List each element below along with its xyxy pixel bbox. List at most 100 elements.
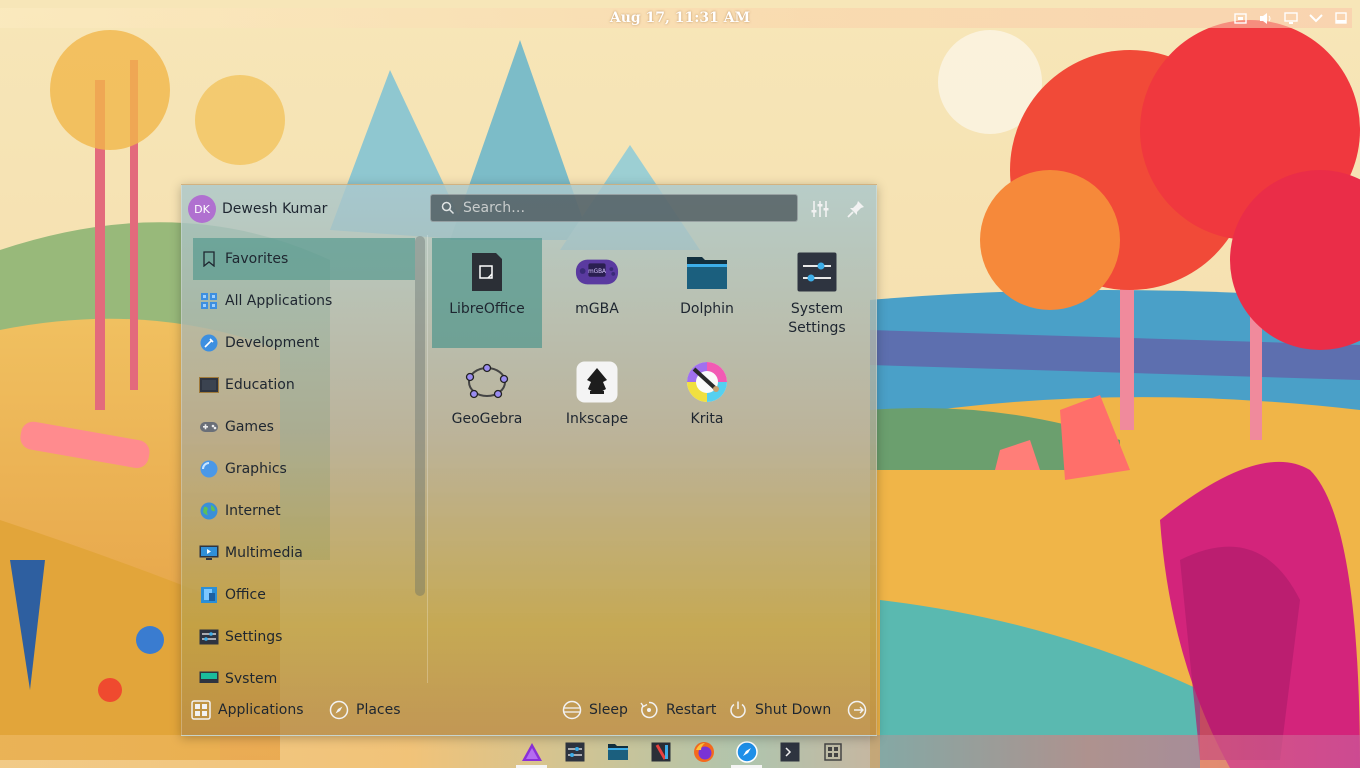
gamepad-icon: [199, 417, 219, 437]
development-icon: [199, 333, 219, 353]
category-internet[interactable]: Internet: [193, 490, 415, 532]
restart-label: Restart: [666, 702, 717, 718]
office-icon: [199, 585, 219, 605]
grid-icon: [199, 291, 219, 311]
category-all-applications[interactable]: All Applications: [193, 280, 415, 322]
sidebar-scrollbar[interactable]: [415, 236, 425, 596]
category-multimedia[interactable]: Multimedia: [193, 532, 415, 574]
terminal-icon: [780, 742, 799, 761]
shutdown-button[interactable]: Shut Down: [728, 693, 831, 727]
volume-icon[interactable]: [1258, 11, 1273, 26]
user-name: Dewesh Kumar: [222, 201, 328, 217]
app-dolphin[interactable]: Dolphin: [652, 238, 762, 348]
app-label: System Settings: [788, 301, 846, 336]
category-label: System: [225, 671, 278, 683]
category-development[interactable]: Development: [193, 322, 415, 364]
search-input[interactable]: [461, 199, 785, 217]
education-icon: [199, 375, 219, 395]
app-libreoffice[interactable]: LibreOffice: [432, 238, 542, 348]
app-label: GeoGebra: [451, 411, 523, 427]
divider: [427, 235, 428, 683]
task-kate[interactable]: [639, 735, 682, 768]
safari-icon: [735, 740, 758, 763]
category-favorites[interactable]: Favorites: [193, 238, 415, 280]
mgba-icon: mGBA: [575, 250, 619, 294]
screen-icon[interactable]: [1233, 11, 1248, 26]
firefox-icon: [693, 741, 714, 762]
places-tab[interactable]: Places: [329, 693, 401, 727]
pin-icon: [847, 201, 864, 218]
system-settings-icon: [795, 250, 839, 294]
category-label: Multimedia: [225, 545, 303, 561]
app-krita[interactable]: Krita: [652, 348, 762, 458]
power-icon: [730, 701, 746, 718]
bookmark-icon: [199, 249, 219, 269]
clock[interactable]: Aug 17, 11:31 AM: [0, 8, 1360, 28]
dolphin-icon: [607, 743, 628, 760]
graphics-icon: [199, 459, 219, 479]
settings-icon: [199, 627, 219, 647]
dolphin-icon: [685, 250, 729, 294]
leave-icon: [847, 700, 867, 720]
applications-icon: [191, 700, 211, 720]
app-label: mGBA: [575, 301, 619, 317]
category-education[interactable]: Education: [193, 364, 415, 406]
overview-icon: [823, 742, 842, 761]
category-games[interactable]: Games: [193, 406, 415, 448]
app-mgba[interactable]: mGBA mGBA: [542, 238, 652, 348]
application-launcher: DK Dewesh Kumar Favorites All Applicatio…: [181, 184, 877, 736]
task-safari[interactable]: [725, 735, 768, 768]
category-sidebar: Favorites All Applications Development E…: [193, 238, 415, 683]
libreoffice-icon: [465, 250, 509, 294]
svg-text:mGBA: mGBA: [588, 269, 606, 275]
geogebra-icon: [465, 360, 509, 404]
app-geogebra[interactable]: GeoGebra: [432, 348, 542, 458]
network-icon[interactable]: [1283, 11, 1298, 26]
sleep-button[interactable]: Sleep: [562, 693, 628, 727]
app-label: Dolphin: [680, 301, 734, 317]
user-profile[interactable]: DK Dewesh Kumar: [188, 195, 327, 223]
app-label: Krita: [690, 411, 724, 427]
favorites-grid: LibreOffice mGBA mGBA Dolphin System Set…: [432, 238, 872, 498]
compass-icon: [329, 700, 349, 720]
task-overview[interactable]: [811, 735, 854, 768]
chevron-down-icon[interactable]: [1308, 11, 1323, 26]
category-label: Development: [225, 335, 320, 351]
category-settings[interactable]: Settings: [193, 616, 415, 658]
app-system-settings[interactable]: System Settings: [762, 238, 872, 348]
category-office[interactable]: Office: [193, 574, 415, 616]
app-label: Inkscape: [565, 411, 629, 427]
system-settings-icon: [565, 742, 584, 761]
search-field[interactable]: [430, 194, 798, 222]
applications-tab[interactable]: Applications: [191, 693, 304, 727]
restart-icon: [640, 701, 658, 719]
sliders-icon: [811, 201, 829, 217]
sleep-icon: [562, 700, 582, 720]
show-desktop-icon[interactable]: [1333, 11, 1348, 26]
system-icon: [199, 669, 219, 683]
launcher-footer: Applications Places Sleep Restart Shut D…: [182, 693, 876, 727]
category-label: Games: [225, 419, 274, 435]
leave-button[interactable]: [847, 693, 867, 727]
task-dolphin[interactable]: [596, 735, 639, 768]
app-inkscape[interactable]: Inkscape: [542, 348, 652, 458]
category-label: Graphics: [225, 461, 287, 477]
launcher-button[interactable]: [510, 735, 553, 768]
taskbar: [0, 735, 1360, 768]
app-label: LibreOffice: [449, 301, 525, 317]
task-system-settings[interactable]: [553, 735, 596, 768]
multimedia-icon: [199, 543, 219, 563]
applications-label: Applications: [218, 702, 304, 718]
configure-button[interactable]: [808, 197, 832, 221]
avatar[interactable]: DK: [188, 195, 216, 223]
krita-icon: [685, 360, 729, 404]
category-system[interactable]: System: [193, 658, 415, 683]
task-terminal[interactable]: [768, 735, 811, 768]
category-graphics[interactable]: Graphics: [193, 448, 415, 490]
inkscape-icon: [575, 360, 619, 404]
search-icon: [441, 201, 455, 215]
restart-button[interactable]: Restart: [639, 693, 716, 727]
category-label: Office: [225, 587, 266, 603]
pin-button[interactable]: [844, 197, 868, 221]
task-firefox[interactable]: [682, 735, 725, 768]
